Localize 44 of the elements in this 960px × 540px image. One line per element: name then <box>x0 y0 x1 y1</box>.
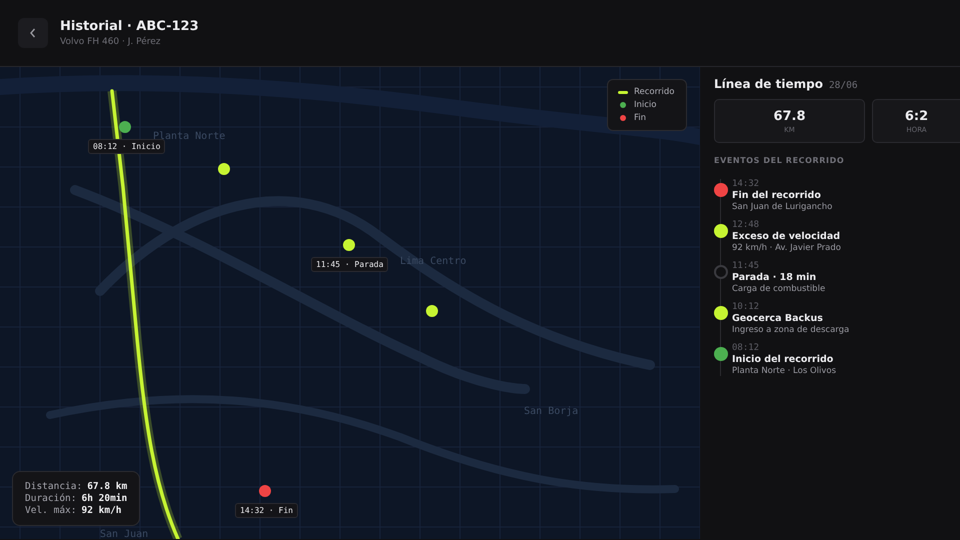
marker-label: 08:12 · Inicio <box>88 139 166 154</box>
place-label: Planta Norte <box>153 131 226 142</box>
place-label: San Borja <box>524 406 578 417</box>
vehicle-subtitle: Volvo FH 460 · J. Pérez <box>60 37 162 47</box>
event-detail: Planta Norte · Los Olivos <box>732 366 836 376</box>
stat-value: 6:2 <box>904 108 928 124</box>
event-time: 12:48 <box>732 220 760 230</box>
event-time: 11:45 <box>732 261 760 271</box>
map-marker[interactable] <box>426 305 438 317</box>
event-time: 08:12 <box>732 343 760 353</box>
back-icon <box>28 27 38 39</box>
summary-label: Vel. máx: <box>25 505 76 516</box>
event-detail: 92 km/h · Av. Javier Prado <box>732 243 841 253</box>
stat-value: 67.8 <box>773 108 806 124</box>
event-title: Exceso de velocidad <box>732 231 841 242</box>
timeline-title: Línea de tiempo <box>714 77 823 91</box>
event-title: Geocerca Backus <box>732 313 824 324</box>
event-detail: Ingreso a zona de descarga <box>732 325 850 335</box>
legend-label: Inicio <box>634 100 656 110</box>
timeline-date: 28/06 <box>828 80 858 91</box>
summary-value: 6h 20min <box>81 493 128 504</box>
map-marker[interactable] <box>119 121 131 133</box>
legend-label: Fin <box>634 113 646 123</box>
marker-label: 14:32 · Fin <box>235 503 298 518</box>
event-title: Inicio del recorrido <box>732 354 834 365</box>
event-time: 10:12 <box>732 302 760 312</box>
map-marker[interactable] <box>259 485 271 497</box>
summary-value: 67.8 km <box>87 481 128 492</box>
event-detail: San Juan de Lurigancho <box>732 202 832 212</box>
map-marker[interactable] <box>218 163 230 175</box>
marker-label: 11:45 · Parada <box>311 257 388 272</box>
place-label: San Juan <box>100 529 148 539</box>
place-label: Lima Centro <box>400 256 466 267</box>
section-heading: EVENTOS DEL RECORRIDO <box>714 156 846 165</box>
summary-label: Distancia: <box>25 481 82 492</box>
summary-label: Duración: <box>25 493 76 504</box>
event-time: 14:32 <box>732 179 760 189</box>
page-title: Historial · ABC-123 <box>60 19 199 34</box>
event-title: Parada · 18 min <box>732 272 818 283</box>
summary-value: 92 km/h <box>81 505 122 516</box>
event-detail: Carga de combustible <box>732 284 826 294</box>
legend-label: Recorrido <box>634 87 674 97</box>
event-title: Fin del recorrido <box>732 190 822 201</box>
map-marker[interactable] <box>343 239 355 251</box>
